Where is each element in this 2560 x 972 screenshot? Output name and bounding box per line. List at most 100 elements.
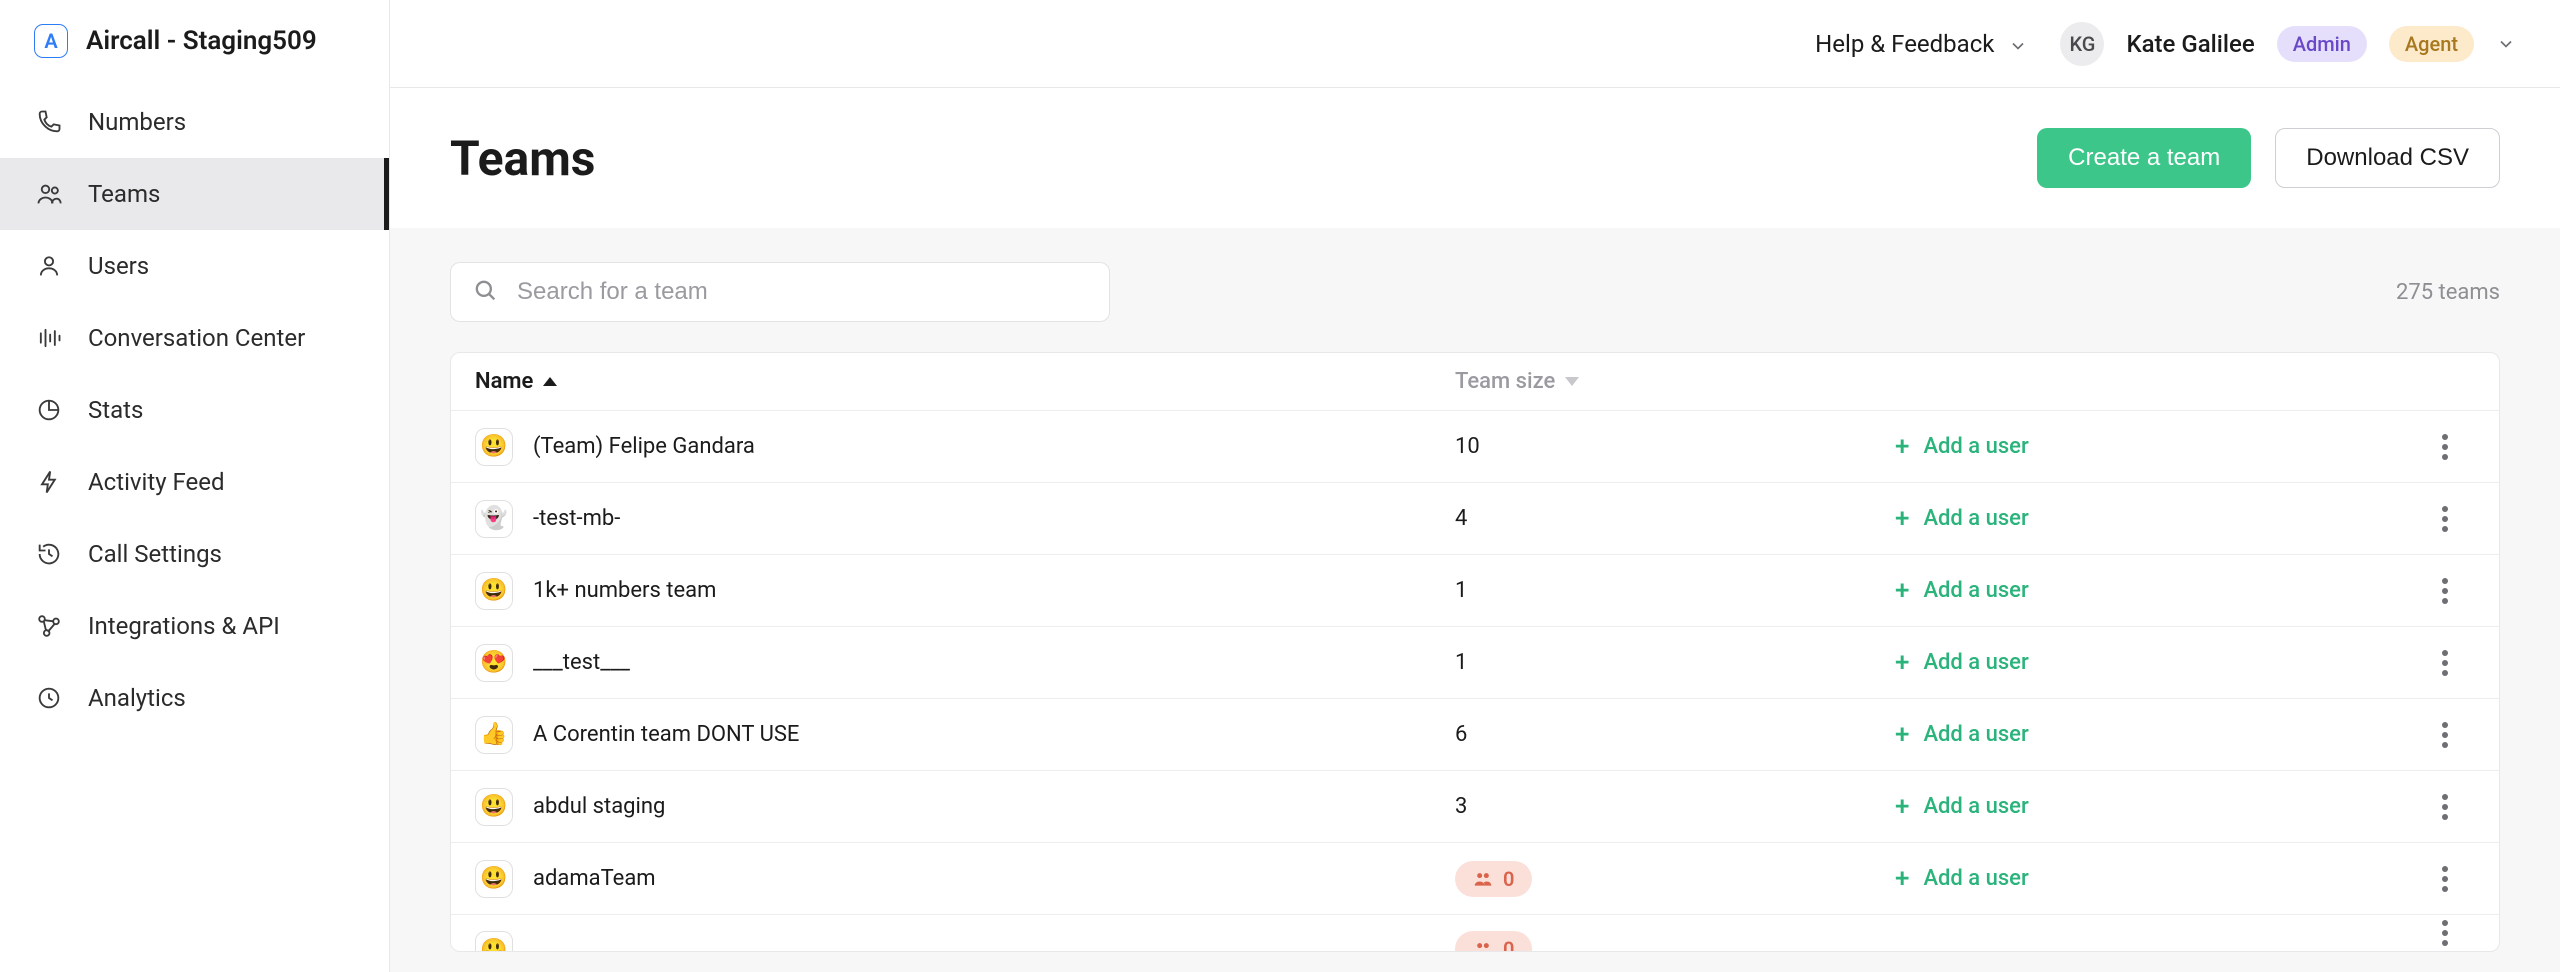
search-icon (471, 276, 499, 308)
people-icon (1473, 939, 1493, 951)
main-area: Help & Feedback KG Kate Galilee Admin Ag… (390, 0, 2560, 972)
table-row[interactable]: 😃 0 (451, 915, 2499, 951)
sidebar-item-numbers[interactable]: Numbers (0, 86, 389, 158)
add-user-label: Add a user (1923, 650, 2028, 675)
table-row[interactable]: 😃 (Team) Felipe Gandara 10 + Add a user (451, 411, 2499, 483)
add-user-button[interactable]: + Add a user (1895, 506, 2029, 532)
sidebar-item-label: Users (88, 252, 149, 280)
row-actions-menu[interactable] (2442, 506, 2448, 532)
header-actions: Create a team Download CSV (2037, 128, 2500, 188)
user-icon (34, 251, 64, 281)
sidebar-item-label: Numbers (88, 108, 186, 136)
row-actions-menu[interactable] (2442, 650, 2448, 676)
plus-icon: + (1895, 650, 1909, 676)
sidebar-item-teams[interactable]: Teams (0, 158, 389, 230)
workspace-switcher[interactable]: A Aircall - Staging509 (0, 24, 389, 86)
add-user-button[interactable]: + Add a user (1895, 578, 2029, 604)
sidebar-item-label: Call Settings (88, 540, 222, 568)
teams-table: Name Team size 😃 (Team) Felipe Gandara (450, 352, 2500, 952)
team-name: A Corentin team DONT USE (533, 722, 799, 747)
team-avatar-emoji: 😃 (475, 428, 513, 466)
sort-descending-icon (1565, 377, 1579, 386)
table-row[interactable]: 😃 abdul staging 3 + Add a user (451, 771, 2499, 843)
team-name: (Team) Felipe Gandara (533, 434, 755, 459)
add-user-label: Add a user (1923, 434, 2028, 459)
team-name: abdul staging (533, 794, 665, 819)
download-csv-button[interactable]: Download CSV (2275, 128, 2500, 188)
content-toolbar: 275 teams (450, 262, 2500, 322)
table-header-row: Name Team size (451, 353, 2499, 411)
clock-icon (34, 683, 64, 713)
people-icon (1473, 869, 1493, 889)
table-row[interactable]: 😃 adamaTeam 0 + Add a user (451, 843, 2499, 915)
sort-ascending-icon (543, 377, 557, 386)
team-name: -test-mb- (533, 506, 620, 531)
team-name: adamaTeam (533, 866, 656, 891)
add-user-button[interactable]: + Add a user (1895, 650, 2029, 676)
team-size: 1 (1455, 578, 1895, 603)
user-name: Kate Galilee (2126, 30, 2254, 58)
column-header-size[interactable]: Team size (1455, 369, 1895, 394)
team-size-warning-badge: 0 (1455, 931, 1532, 951)
plus-icon: + (1895, 506, 1909, 532)
search-input[interactable] (517, 278, 1089, 306)
plus-icon: + (1895, 722, 1909, 748)
team-size: 3 (1455, 794, 1895, 819)
team-size: 6 (1455, 722, 1895, 747)
workspace-badge: A (34, 24, 68, 58)
sidebar-item-conversation-center[interactable]: Conversation Center (0, 302, 389, 374)
team-size: 1 (1455, 650, 1895, 675)
sidebar-item-analytics[interactable]: Analytics (0, 662, 389, 734)
sidebar-item-stats[interactable]: Stats (0, 374, 389, 446)
team-avatar-emoji: 👻 (475, 500, 513, 538)
plus-icon: + (1895, 866, 1909, 892)
team-size: 10 (1455, 434, 1895, 459)
sidebar-item-label: Stats (88, 396, 143, 424)
sidebar-item-users[interactable]: Users (0, 230, 389, 302)
help-feedback-menu[interactable]: Help & Feedback (1815, 30, 2028, 58)
piechart-icon (34, 395, 64, 425)
role-badge-admin: Admin (2277, 26, 2367, 62)
table-row[interactable]: 😃 1k+ numbers team 1 + Add a user (451, 555, 2499, 627)
add-user-label: Add a user (1923, 866, 2028, 891)
sidebar: A Aircall - Staging509 Numbers Teams U (0, 0, 390, 972)
current-user: KG Kate Galilee Admin Agent (2060, 22, 2516, 66)
avatar: KG (2060, 22, 2104, 66)
help-feedback-label: Help & Feedback (1815, 30, 1994, 58)
team-icon (34, 179, 64, 209)
row-actions-menu[interactable] (2442, 722, 2448, 748)
page-header: Teams Create a team Download CSV (390, 88, 2560, 228)
column-header-name[interactable]: Name (475, 369, 1455, 394)
chevron-down-icon[interactable] (2496, 34, 2516, 54)
row-actions-menu[interactable] (2442, 434, 2448, 460)
add-user-button[interactable]: + Add a user (1895, 434, 2029, 460)
add-user-button[interactable]: + Add a user (1895, 722, 2029, 748)
row-actions-menu[interactable] (2442, 920, 2448, 946)
team-avatar-emoji: 😍 (475, 644, 513, 682)
row-actions-menu[interactable] (2442, 866, 2448, 892)
sidebar-item-label: Analytics (88, 684, 186, 712)
team-avatar-emoji: 👍 (475, 716, 513, 754)
sidebar-item-label: Activity Feed (88, 468, 225, 496)
create-team-button[interactable]: Create a team (2037, 128, 2251, 188)
table-row[interactable]: 👻 -test-mb- 4 + Add a user (451, 483, 2499, 555)
team-size: 0 (1503, 937, 1514, 951)
team-avatar-emoji: 😃 (475, 788, 513, 826)
content-area: 275 teams Name Team size (390, 228, 2560, 972)
add-user-button[interactable]: + Add a user (1895, 866, 2029, 892)
table-row[interactable]: 👍 A Corentin team DONT USE 6 + Add a use… (451, 699, 2499, 771)
sidebar-item-activity-feed[interactable]: Activity Feed (0, 446, 389, 518)
row-actions-menu[interactable] (2442, 578, 2448, 604)
team-size: 4 (1455, 506, 1895, 531)
row-actions-menu[interactable] (2442, 794, 2448, 820)
add-user-label: Add a user (1923, 722, 2028, 747)
add-user-label: Add a user (1923, 794, 2028, 819)
bolt-icon (34, 467, 64, 497)
sidebar-item-call-settings[interactable]: Call Settings (0, 518, 389, 590)
sidebar-item-integrations[interactable]: Integrations & API (0, 590, 389, 662)
table-row[interactable]: 😍 ___test___ 1 + Add a user (451, 627, 2499, 699)
page-title: Teams (450, 130, 595, 187)
add-user-button[interactable]: + Add a user (1895, 794, 2029, 820)
sidebar-item-label: Integrations & API (88, 612, 280, 640)
search-input-wrap[interactable] (450, 262, 1110, 322)
